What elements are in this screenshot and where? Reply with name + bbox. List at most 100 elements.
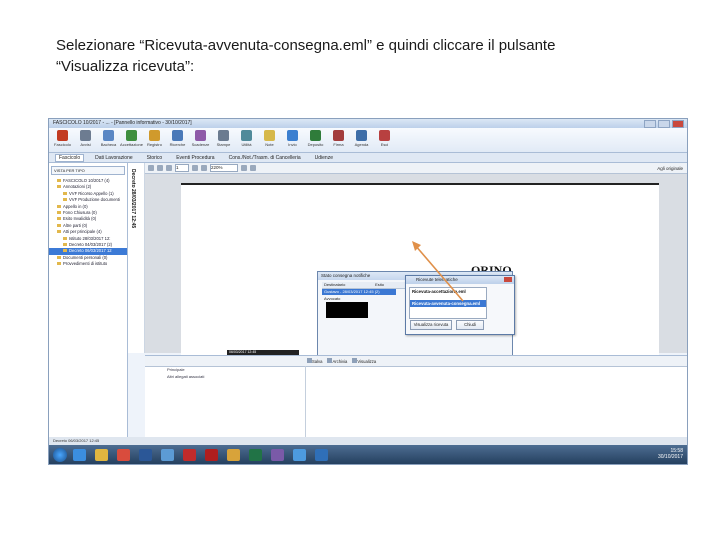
document-viewer: 1 220% Agli originale ORINO Stato conseg… <box>145 163 687 388</box>
minimize-button[interactable] <box>644 120 656 128</box>
ribbon-button[interactable]: Stampe <box>214 128 233 147</box>
ribbon-button-label: Invio <box>288 142 297 147</box>
option-principale[interactable]: Principale <box>145 366 305 373</box>
tab-item[interactable]: Cons./Not./Trasm. di Cancelleria <box>226 155 304 161</box>
ribbon-button[interactable]: Fascicolo <box>53 128 72 147</box>
ribbon-toolbar: Fascicolo Avvisi Bacheca Accettazione Regist… <box>49 128 687 153</box>
send-icon <box>287 130 298 141</box>
note-icon <box>264 130 275 141</box>
agenda-icon <box>356 130 367 141</box>
ps-icon[interactable] <box>271 448 284 461</box>
lower-tool[interactable]: Salva <box>307 358 322 364</box>
acrobat-icon[interactable] <box>205 448 218 461</box>
tab-item[interactable]: Eventi Procedura <box>173 155 217 161</box>
ribbon-button-label: Deposito <box>307 142 324 147</box>
tab-item[interactable]: Udienze <box>312 155 336 161</box>
ie-icon[interactable] <box>73 448 86 461</box>
start-button[interactable] <box>53 447 67 462</box>
ribbon-button-label: Ricerche <box>169 142 186 147</box>
ribbon-button[interactable]: Avvisi <box>76 128 95 147</box>
ribbon-button-label: Bacheca <box>100 142 117 147</box>
print-icon <box>218 130 229 141</box>
ribbon-button-label: Fascicolo <box>54 142 71 147</box>
lower-tool[interactable]: Visualizza <box>352 358 376 364</box>
exit-icon <box>379 130 390 141</box>
folder-icon[interactable] <box>227 448 240 461</box>
option-altri-allegati[interactable]: Altri allegati associati <box>145 373 305 380</box>
upload-icon <box>310 130 321 141</box>
lower-tool-label: Visualizza <box>357 359 377 364</box>
tree-items: FASCICOLO 10/2017 (4) Annotazioni (2) VVF … <box>49 178 127 268</box>
ribbon-button-label: Registro <box>147 142 162 147</box>
ribbon-button-label: Avvisi <box>80 142 91 147</box>
view-selector[interactable]: VISTA PER TIPO <box>51 166 125 175</box>
window-titlebar: FASCICOLO 10/2017 - ... - [Pannello info… <box>49 119 687 128</box>
tab-item[interactable]: Fascicolo <box>55 153 85 162</box>
ribbon-button[interactable]: Invio <box>283 128 302 147</box>
ribbon-button-label: Utilità <box>241 142 252 147</box>
section-tabs: Fascicolo Dati Lavorazione Storico Eventi P… <box>49 153 687 163</box>
red-folder-icon <box>57 130 68 141</box>
lower-strip-label: 06/03/2017 12:45 <box>227 350 299 355</box>
taskbar-apps <box>73 448 328 461</box>
document-strip-label: Decreto 28/03/2017 12:45 <box>130 169 136 229</box>
pen-icon <box>333 130 344 141</box>
book-icon <box>149 130 160 141</box>
ribbon-button[interactable]: Deposito <box>306 128 325 147</box>
ribbon-button[interactable]: Scadenze <box>191 128 210 147</box>
windows-taskbar: 15:58 30/10/2017 <box>49 445 687 464</box>
tools-icon <box>241 130 252 141</box>
explorer-icon[interactable] <box>95 448 108 461</box>
ribbon-button-label: Agenda <box>354 142 369 147</box>
cloud-icon[interactable] <box>293 448 306 461</box>
outlook-icon[interactable] <box>315 448 328 461</box>
lower-tools: Salva Archivia Visualizza <box>307 357 687 365</box>
ribbon-button[interactable]: Esci <box>375 128 394 147</box>
application-screenshot: FASCICOLO 10/2017 - ... - [Pannello info… <box>48 118 688 465</box>
document-side-strip: Decreto 28/03/2017 12:45 <box>128 163 145 353</box>
clock-date: 30/10/2017 <box>657 454 683 460</box>
search-icon <box>172 130 183 141</box>
ribbon-button-label: Scadenze <box>191 142 210 147</box>
clock-icon <box>80 130 91 141</box>
instruction-caption: Selezionare “Ricevuta-avvenuta-consegna.… <box>56 35 662 77</box>
ribbon-button[interactable]: Firma <box>329 128 348 147</box>
caption-line-2: “Visualizza ricevuta”: <box>56 58 195 75</box>
window-title: FASCICOLO 10/2017 - ... - [Pannello info… <box>53 120 192 126</box>
excel-icon[interactable] <box>249 448 262 461</box>
maximize-button[interactable] <box>658 120 670 128</box>
system-clock: 15:58 30/10/2017 <box>658 448 683 460</box>
tree-item[interactable]: Provvedimenti di istituto <box>49 261 127 267</box>
ribbon-button[interactable]: Agenda <box>352 128 371 147</box>
ribbon-button[interactable]: Bacheca <box>99 128 118 147</box>
ribbon-button[interactable]: Registro <box>145 128 164 147</box>
word-icon[interactable] <box>139 448 152 461</box>
ribbon-button[interactable]: Utilità <box>237 128 256 147</box>
pdf-icon[interactable] <box>183 448 196 461</box>
ribbon-button[interactable]: Accettazione <box>120 128 143 147</box>
status-text: Decreto 06/03/2017 12:45 <box>53 438 100 443</box>
ribbon-button[interactable]: Ricerche <box>168 128 187 147</box>
check-icon <box>126 130 137 141</box>
ribbon-button-label: Note <box>265 142 274 147</box>
app-icon[interactable] <box>161 448 174 461</box>
close-button[interactable] <box>672 120 684 128</box>
ribbon-button-label: Firma <box>333 142 344 147</box>
annotation-arrow <box>412 241 464 302</box>
document-tree-panel: VISTA PER TIPO FASCICOLO 10/2017 (4) Anno… <box>49 163 128 450</box>
lower-tool-label: Archivia <box>332 359 348 364</box>
caption-line-1: Selezionare “Ricevuta-avvenuta-consegna.… <box>56 37 556 54</box>
page-icon <box>103 130 114 141</box>
tab-item[interactable]: Dati Lavorazione <box>92 155 136 161</box>
window-controls <box>644 120 684 128</box>
chrome-icon[interactable] <box>117 448 130 461</box>
calendar-icon <box>195 130 206 141</box>
lower-tool-label: Salva <box>312 359 323 364</box>
status-bar: Decreto 06/03/2017 12:45 <box>49 437 687 445</box>
ribbon-button-label: Accettazione <box>120 142 143 147</box>
view-selector-value: VISTA PER TIPO <box>54 168 85 173</box>
tab-item[interactable]: Storico <box>144 155 166 161</box>
lower-tool[interactable]: Archivia <box>327 358 347 364</box>
ribbon-button-label: Stampe <box>216 142 231 147</box>
ribbon-button[interactable]: Note <box>260 128 279 147</box>
